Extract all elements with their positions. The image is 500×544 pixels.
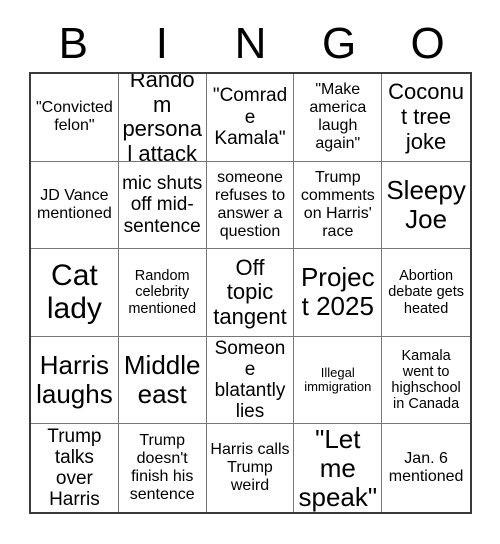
bingo-cell-label: "Convicted felon" [35, 99, 113, 135]
bingo-cell-label: Random personal attack [122, 74, 202, 162]
bingo-cell-label: Someone blatantly lies [214, 337, 286, 423]
bingo-cell[interactable]: Harris laughs [31, 336, 119, 425]
bingo-cell[interactable]: Kamala went to highschool in Canada [382, 336, 470, 425]
bingo-header-row: B I N G O [29, 16, 472, 72]
bingo-cell-label: Sleepy Joe [386, 174, 466, 234]
bingo-cell-label: Illegal immigration [304, 364, 372, 395]
bingo-cell[interactable]: JD Vance mentioned [31, 161, 119, 250]
bingo-cell-label: someone refuses to answer a question [214, 169, 286, 240]
bingo-cell[interactable]: Harris calls Trump weird [206, 424, 295, 512]
bingo-cell-label: Trump doesn't finish his sentence [129, 432, 195, 504]
bingo-cell[interactable]: Middle east [118, 336, 207, 425]
bingo-cell-label: Project 2025 [300, 262, 375, 322]
bingo-cell-label: JD Vance mentioned [37, 186, 112, 222]
bingo-cell-label: "Make america laugh again" [309, 81, 367, 153]
bingo-cell[interactable]: Random celebrity mentioned [118, 249, 207, 337]
bingo-cell-label: "Let me speak" [298, 424, 378, 512]
bingo-cell[interactable]: Illegal immigration [294, 336, 383, 425]
bingo-cell[interactable]: "Make america laugh again" [294, 74, 383, 162]
bingo-cell-label: "Comrade Kamala" [212, 85, 288, 149]
bingo-cell-label: Abortion debate gets heated [388, 268, 464, 317]
bingo-cell[interactable]: Off topic tangent [206, 249, 295, 337]
bingo-header-letter-n: N [234, 19, 267, 68]
bingo-cell[interactable]: Trump doesn't finish his sentence [118, 424, 207, 512]
bingo-cell[interactable]: "Comrade Kamala" [206, 74, 295, 162]
bingo-grid: "Convicted felon" Random personal attack… [29, 72, 472, 514]
bingo-cell-label: Harris calls Trump weird [210, 441, 290, 495]
bingo-cell-label: Random celebrity mentioned [128, 268, 197, 317]
bingo-header-letter-g: G [321, 19, 357, 68]
bingo-cell-label: Jan. 6 mentioned [388, 450, 464, 486]
bingo-cell[interactable]: mic shuts off mid-sentence [118, 161, 207, 250]
bingo-card: B I N G O "Convicted felon" Random perso… [0, 0, 500, 544]
bingo-cell-label: Off topic tangent [213, 254, 287, 329]
bingo-header-letter-o: O [410, 19, 445, 68]
bingo-header-letter-i: I [155, 19, 168, 68]
bingo-cell-label: Trump talks over Harris [47, 425, 102, 511]
bingo-cell[interactable]: Cat lady [31, 249, 119, 337]
bingo-cell[interactable]: Trump comments on Harris' race [294, 161, 383, 250]
bingo-cell[interactable]: Someone blatantly lies [206, 336, 295, 425]
bingo-cell-label: mic shuts off mid-sentence [122, 172, 203, 237]
bingo-header-letter-b: B [58, 19, 88, 68]
bingo-cell[interactable]: Abortion debate gets heated [382, 249, 470, 337]
bingo-cell-label: Kamala went to highschool in Canada [391, 347, 461, 413]
bingo-cell[interactable]: Coconut tree joke [382, 74, 470, 162]
bingo-cell[interactable]: "Let me speak" [294, 424, 383, 512]
bingo-cell-label: Coconut tree joke [388, 79, 465, 154]
bingo-cell-label: Cat lady [46, 258, 102, 326]
bingo-cell[interactable]: Jan. 6 mentioned [382, 424, 470, 512]
bingo-cell-label: Trump comments on Harris' race [300, 169, 375, 240]
bingo-cell[interactable]: someone refuses to answer a question [206, 161, 295, 250]
bingo-cell-label: Middle east [123, 349, 201, 410]
bingo-cell[interactable]: Project 2025 [294, 249, 383, 337]
bingo-cell[interactable]: Random personal attack [118, 74, 207, 162]
bingo-cell[interactable]: Trump talks over Harris [31, 424, 119, 512]
bingo-cell-label: Harris laughs [36, 349, 113, 410]
bingo-cell[interactable]: "Convicted felon" [31, 74, 119, 162]
bingo-cell[interactable]: Sleepy Joe [382, 161, 470, 250]
